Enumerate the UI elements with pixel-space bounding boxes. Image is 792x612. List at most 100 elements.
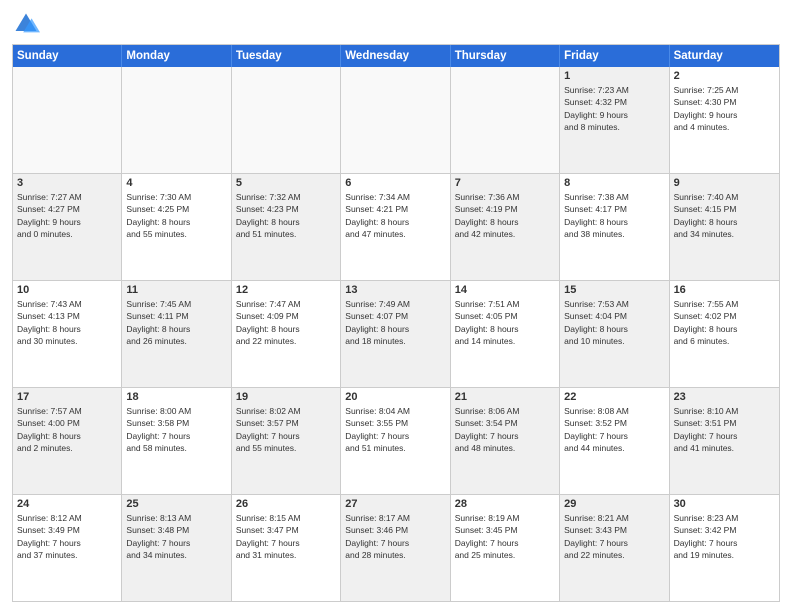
calendar-cell: 2Sunrise: 7:25 AM Sunset: 4:30 PM Daylig… <box>670 67 779 173</box>
calendar-cell: 23 Sunrise: 8:10 AM Sunset: 3:51 PM Dayli… <box>670 388 779 494</box>
day-number: 10 <box>17 284 117 296</box>
day-info: Sunrise: 7:55 AM Sunset: 4:02 PM Dayligh… <box>674 298 775 347</box>
calendar-cell <box>232 67 341 173</box>
calendar-cell: 13 Sunrise: 7:49 AM Sunset: 4:07 PM Dayli… <box>341 281 450 387</box>
day-number: 15 <box>564 284 664 296</box>
day-info: Sunrise: 7:36 AM Sunset: 4:19 PM Dayligh… <box>455 191 555 240</box>
day-info: Sunrise: 8:02 AM Sunset: 3:57 PM Dayligh… <box>236 405 336 454</box>
day-info: Sunrise: 7:49 AM Sunset: 4:07 PM Dayligh… <box>345 298 445 347</box>
day-number: 7 <box>455 177 555 189</box>
day-info: Sunrise: 7:47 AM Sunset: 4:09 PM Dayligh… <box>236 298 336 347</box>
day-info: Sunrise: 8:13 AM Sunset: 3:48 PM Dayligh… <box>126 512 226 561</box>
day-number: 6 <box>345 177 445 189</box>
calendar-row-2: 10 Sunrise: 7:43 AM Sunset: 4:13 PM Dayli… <box>13 280 779 387</box>
logo-icon <box>12 10 40 38</box>
day-info: Sunrise: 8:21 AM Sunset: 3:43 PM Dayligh… <box>564 512 664 561</box>
day-number: 26 <box>236 498 336 510</box>
calendar-cell <box>13 67 122 173</box>
day-number: 3 <box>17 177 117 189</box>
day-info: Sunrise: 7:40 AM Sunset: 4:15 PM Dayligh… <box>674 191 775 240</box>
calendar-cell: 3 Sunrise: 7:27 AM Sunset: 4:27 PM Daylig… <box>13 174 122 280</box>
day-info: Sunrise: 8:15 AM Sunset: 3:47 PM Dayligh… <box>236 512 336 561</box>
header <box>12 10 780 38</box>
page: SundayMondayTuesdayWednesdayThursdayFrid… <box>0 0 792 612</box>
header-cell-saturday: Saturday <box>670 45 779 67</box>
header-cell-monday: Monday <box>122 45 231 67</box>
calendar-cell <box>451 67 560 173</box>
calendar-cell: 17Sunrise: 7:57 AM Sunset: 4:00 PM Dayli… <box>13 388 122 494</box>
day-number: 5 <box>236 177 336 189</box>
calendar-row-4: 24 Sunrise: 8:12 AM Sunset: 3:49 PM Dayli… <box>13 494 779 601</box>
day-number: 2 <box>674 70 775 82</box>
day-info: Sunrise: 7:23 AM Sunset: 4:32 PM Dayligh… <box>564 84 664 133</box>
calendar-cell: 24 Sunrise: 8:12 AM Sunset: 3:49 PM Dayli… <box>13 495 122 601</box>
day-info: Sunrise: 7:43 AM Sunset: 4:13 PM Dayligh… <box>17 298 117 347</box>
day-info: Sunrise: 8:08 AM Sunset: 3:52 PM Dayligh… <box>564 405 664 454</box>
day-number: 27 <box>345 498 445 510</box>
header-cell-tuesday: Tuesday <box>232 45 341 67</box>
calendar-cell: 6 Sunrise: 7:34 AM Sunset: 4:21 PM Daylig… <box>341 174 450 280</box>
day-info: Sunrise: 8:19 AM Sunset: 3:45 PM Dayligh… <box>455 512 555 561</box>
calendar-cell: 26 Sunrise: 8:15 AM Sunset: 3:47 PM Dayli… <box>232 495 341 601</box>
day-number: 18 <box>126 391 226 403</box>
calendar-row-0: 1 Sunrise: 7:23 AM Sunset: 4:32 PM Daylig… <box>13 67 779 173</box>
day-info: Sunrise: 8:04 AM Sunset: 3:55 PM Dayligh… <box>345 405 445 454</box>
day-number: 20 <box>345 391 445 403</box>
calendar-cell: 14 Sunrise: 7:51 AM Sunset: 4:05 PM Dayli… <box>451 281 560 387</box>
day-number: 19 <box>236 391 336 403</box>
day-number: 1 <box>564 70 664 82</box>
calendar-cell <box>341 67 450 173</box>
day-info: Sunrise: 7:34 AM Sunset: 4:21 PM Dayligh… <box>345 191 445 240</box>
day-number: 8 <box>564 177 664 189</box>
calendar-cell: 8 Sunrise: 7:38 AM Sunset: 4:17 PM Daylig… <box>560 174 669 280</box>
day-number: 9 <box>674 177 775 189</box>
day-number: 30 <box>674 498 775 510</box>
day-number: 24 <box>17 498 117 510</box>
calendar-cell <box>122 67 231 173</box>
day-number: 28 <box>455 498 555 510</box>
calendar-cell: 29 Sunrise: 8:21 AM Sunset: 3:43 PM Dayli… <box>560 495 669 601</box>
day-number: 25 <box>126 498 226 510</box>
calendar-cell: 22 Sunrise: 8:08 AM Sunset: 3:52 PM Dayli… <box>560 388 669 494</box>
calendar-cell: 15Sunrise: 7:53 AM Sunset: 4:04 PM Dayli… <box>560 281 669 387</box>
calendar-cell: 27Sunrise: 8:17 AM Sunset: 3:46 PM Dayli… <box>341 495 450 601</box>
day-number: 4 <box>126 177 226 189</box>
header-cell-friday: Friday <box>560 45 669 67</box>
day-number: 23 <box>674 391 775 403</box>
day-number: 12 <box>236 284 336 296</box>
calendar-cell: 11 Sunrise: 7:45 AM Sunset: 4:11 PM Dayli… <box>122 281 231 387</box>
calendar-cell: 4 Sunrise: 7:30 AM Sunset: 4:25 PM Daylig… <box>122 174 231 280</box>
calendar-cell: 18 Sunrise: 8:00 AM Sunset: 3:58 PM Dayli… <box>122 388 231 494</box>
day-number: 13 <box>345 284 445 296</box>
calendar-cell: 12 Sunrise: 7:47 AM Sunset: 4:09 PM Dayli… <box>232 281 341 387</box>
day-info: Sunrise: 8:23 AM Sunset: 3:42 PM Dayligh… <box>674 512 775 561</box>
day-info: Sunrise: 8:06 AM Sunset: 3:54 PM Dayligh… <box>455 405 555 454</box>
day-info: Sunrise: 7:27 AM Sunset: 4:27 PM Dayligh… <box>17 191 117 240</box>
day-number: 21 <box>455 391 555 403</box>
calendar-cell: 16 Sunrise: 7:55 AM Sunset: 4:02 PM Dayli… <box>670 281 779 387</box>
day-info: Sunrise: 8:12 AM Sunset: 3:49 PM Dayligh… <box>17 512 117 561</box>
calendar-cell: 5Sunrise: 7:32 AM Sunset: 4:23 PM Daylig… <box>232 174 341 280</box>
calendar-header: SundayMondayTuesdayWednesdayThursdayFrid… <box>13 45 779 67</box>
day-number: 17 <box>17 391 117 403</box>
day-info: Sunrise: 7:38 AM Sunset: 4:17 PM Dayligh… <box>564 191 664 240</box>
calendar-body: 1 Sunrise: 7:23 AM Sunset: 4:32 PM Daylig… <box>13 67 779 601</box>
header-cell-thursday: Thursday <box>451 45 560 67</box>
day-info: Sunrise: 7:45 AM Sunset: 4:11 PM Dayligh… <box>126 298 226 347</box>
day-number: 11 <box>126 284 226 296</box>
day-info: Sunrise: 7:51 AM Sunset: 4:05 PM Dayligh… <box>455 298 555 347</box>
logo <box>12 10 44 38</box>
day-info: Sunrise: 8:10 AM Sunset: 3:51 PM Dayligh… <box>674 405 775 454</box>
day-number: 29 <box>564 498 664 510</box>
calendar-cell: 20 Sunrise: 8:04 AM Sunset: 3:55 PM Dayli… <box>341 388 450 494</box>
day-number: 22 <box>564 391 664 403</box>
calendar-cell: 30 Sunrise: 8:23 AM Sunset: 3:42 PM Dayli… <box>670 495 779 601</box>
calendar-cell: 7 Sunrise: 7:36 AM Sunset: 4:19 PM Daylig… <box>451 174 560 280</box>
calendar-row-3: 17Sunrise: 7:57 AM Sunset: 4:00 PM Dayli… <box>13 387 779 494</box>
header-cell-sunday: Sunday <box>13 45 122 67</box>
day-number: 14 <box>455 284 555 296</box>
calendar-cell: 1 Sunrise: 7:23 AM Sunset: 4:32 PM Daylig… <box>560 67 669 173</box>
day-number: 16 <box>674 284 775 296</box>
day-info: Sunrise: 7:30 AM Sunset: 4:25 PM Dayligh… <box>126 191 226 240</box>
day-info: Sunrise: 8:00 AM Sunset: 3:58 PM Dayligh… <box>126 405 226 454</box>
